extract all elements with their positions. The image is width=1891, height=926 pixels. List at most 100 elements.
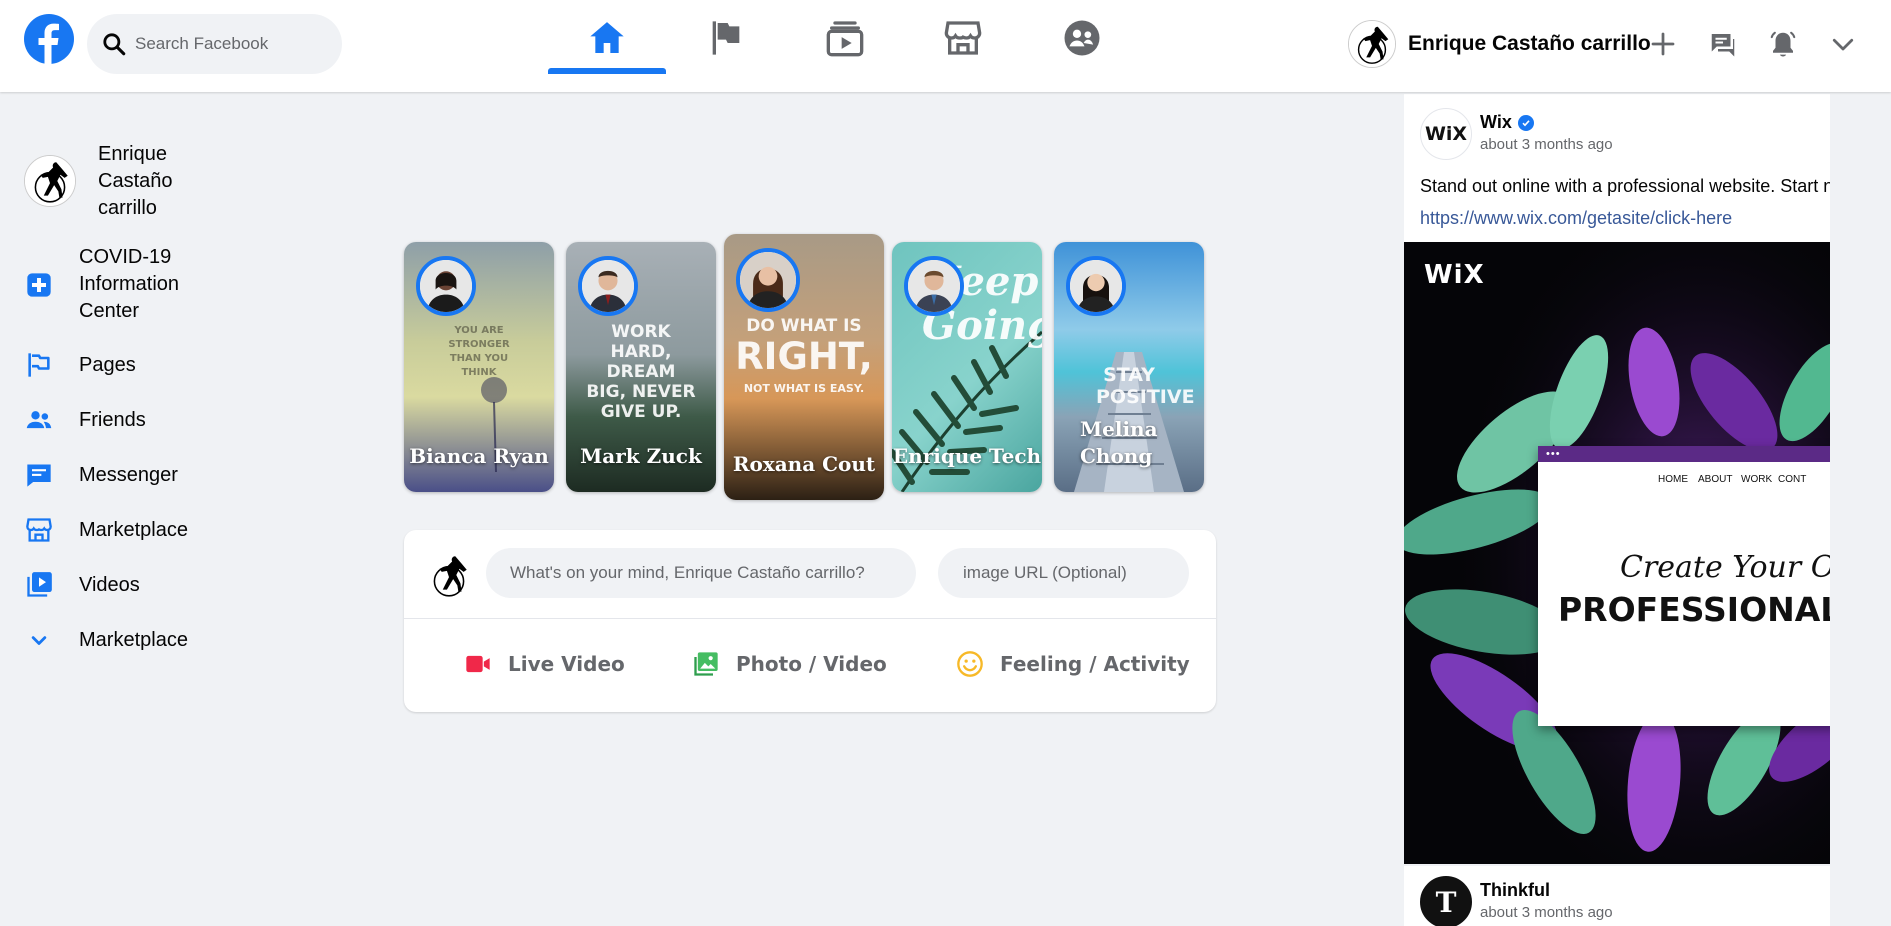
post-author[interactable]: Thinkful [1480,880,1550,901]
verified-badge-icon [1517,114,1534,131]
video-camera-icon [466,655,490,673]
story-quote: Stay positive [1096,364,1195,408]
messenger-button[interactable] [1703,24,1743,64]
live-video-button[interactable]: Live Video [464,646,625,682]
sidebar-item-label: Friends [79,408,146,431]
chevron-down-icon [1832,38,1854,51]
facebook-logo-icon[interactable] [24,14,74,64]
post-author-avatar[interactable]: T [1420,876,1472,926]
post-author-name: Wix [1480,112,1512,132]
mockup-menu-item: HOME [1658,474,1688,485]
tab-home[interactable] [548,0,666,76]
account-menu-button[interactable] [1823,24,1863,64]
sidebar-item-label: COVID-19 Information Center [79,246,180,322]
groups-icon [1064,20,1100,56]
friends-icon [24,405,54,435]
story-quote-top: Do what is [746,316,862,336]
mockup-menu-item: CONT [1778,474,1807,485]
story-card[interactable]: Stay positive Melina Chong [1054,242,1204,492]
story-avatar [736,248,800,312]
post-timestamp: about 3 months ago [1480,136,1613,153]
search-input[interactable] [135,34,335,54]
header-profile-chip[interactable]: Enrique Castaño carrillo [1348,18,1651,70]
sidebar-item-messenger[interactable]: Messenger [24,460,254,490]
tab-groups[interactable] [1023,0,1141,76]
watch-icon [826,21,864,57]
story-card[interactable]: Work hard, dream big, never give up. Mar… [566,242,716,492]
action-label: Feeling / Activity [1000,652,1190,676]
story-name: Bianca Ryan [409,444,549,468]
mockup-headline-script: Create Your O [1620,550,1830,585]
tab-pages[interactable] [667,0,785,76]
store-icon [24,515,54,545]
sidebar-item-label: Pages [79,353,136,376]
sidebar-item-friends[interactable]: Friends [24,405,254,435]
post-composer: Live Video Photo / Video Feeling / Activ… [404,530,1216,712]
chat-icon [24,460,54,490]
video-icon [24,570,54,600]
active-tab-indicator [548,68,666,74]
avatar [424,550,474,600]
story-name: Enrique Tech [892,444,1042,468]
store-icon [944,21,982,55]
image-url-input[interactable] [938,548,1189,598]
story-quote-big: Right, [735,335,873,378]
bell-icon [1770,31,1796,57]
post-text: Stand out online with a professional web… [1420,176,1830,196]
sidebar-item-videos[interactable]: Videos [24,570,254,600]
plus-square-icon [24,270,54,300]
thinkful-logo-text: T [1435,885,1457,919]
post-input[interactable] [486,548,916,598]
sidebar-item-covid-info[interactable]: COVID-19 Information Center [24,244,254,325]
post-image[interactable]: WiX ••• HOME ABOUT WORK CONT Create Your… [1404,242,1830,864]
post-author[interactable]: Wix [1480,112,1534,133]
story-avatar [904,256,964,316]
photo-icon [694,652,718,676]
action-label: Photo / Video [736,652,887,676]
sidebar-profile-name: Enrique Castaño carrillo [98,142,173,219]
mockup-menu-item: WORK [1741,474,1773,485]
feed-post: WiX Wix about 3 months ago Stand out onl… [1404,94,1830,864]
wix-logo: WiX [1424,260,1485,290]
sidebar-item-see-more[interactable]: Marketplace [24,625,254,655]
sidebar-item-label: Marketplace [79,628,188,651]
tab-marketplace[interactable] [904,0,1022,76]
post-timestamp: about 3 months ago [1480,904,1613,921]
avatar [1348,20,1396,68]
search-bar[interactable] [87,14,342,74]
story-avatar [416,256,476,316]
post-link[interactable]: https://www.wix.com/getasite/click-here [1420,208,1732,229]
sidebar-item-pages[interactable]: Pages [24,350,254,380]
story-name: Melina Chong [1080,417,1158,468]
flag-icon [712,21,740,55]
top-navigation-bar: Enrique Castaño carrillo [0,0,1891,92]
tab-watch[interactable] [786,0,904,76]
plus-icon [1651,32,1675,56]
action-label: Live Video [508,652,625,676]
mockup-menu-item: ABOUT [1698,474,1733,485]
sidebar-item-label: Messenger [79,463,178,486]
post-author-name: Thinkful [1480,880,1550,900]
home-icon [590,22,624,53]
notifications-button[interactable] [1763,24,1803,64]
story-quote: Work hard, dream big, never give up. [586,322,696,422]
story-card[interactable]: Keep Going Enrique Tech [892,242,1042,492]
feed-post: T Thinkful about 3 months ago [1404,866,1830,926]
sidebar-item-marketplace[interactable]: Marketplace [24,515,254,545]
story-card[interactable]: Do what is Right, Not what is easy. Roxa… [724,234,884,500]
story-card[interactable]: You are stronger than you think Bianca R… [404,242,554,492]
story-avatar [578,256,638,316]
story-name: Mark Zuck [580,444,702,468]
avatar [24,155,76,207]
feeling-activity-button[interactable]: Feeling / Activity [956,646,1190,682]
sidebar-profile[interactable]: Enrique Castaño carrillo [24,138,254,224]
story-quote-bottom: Not what is easy. [743,382,865,395]
story-avatar [1066,256,1126,316]
wix-logo-text: WiX [1424,123,1468,145]
mockup-window-dots: ••• [1546,448,1561,460]
post-author-avatar[interactable]: WiX [1420,108,1472,160]
mockup-title-bar [1538,446,1830,462]
create-button[interactable] [1643,24,1683,64]
photo-video-button[interactable]: Photo / Video [692,646,887,682]
story-name: Roxana Cout [732,452,876,476]
